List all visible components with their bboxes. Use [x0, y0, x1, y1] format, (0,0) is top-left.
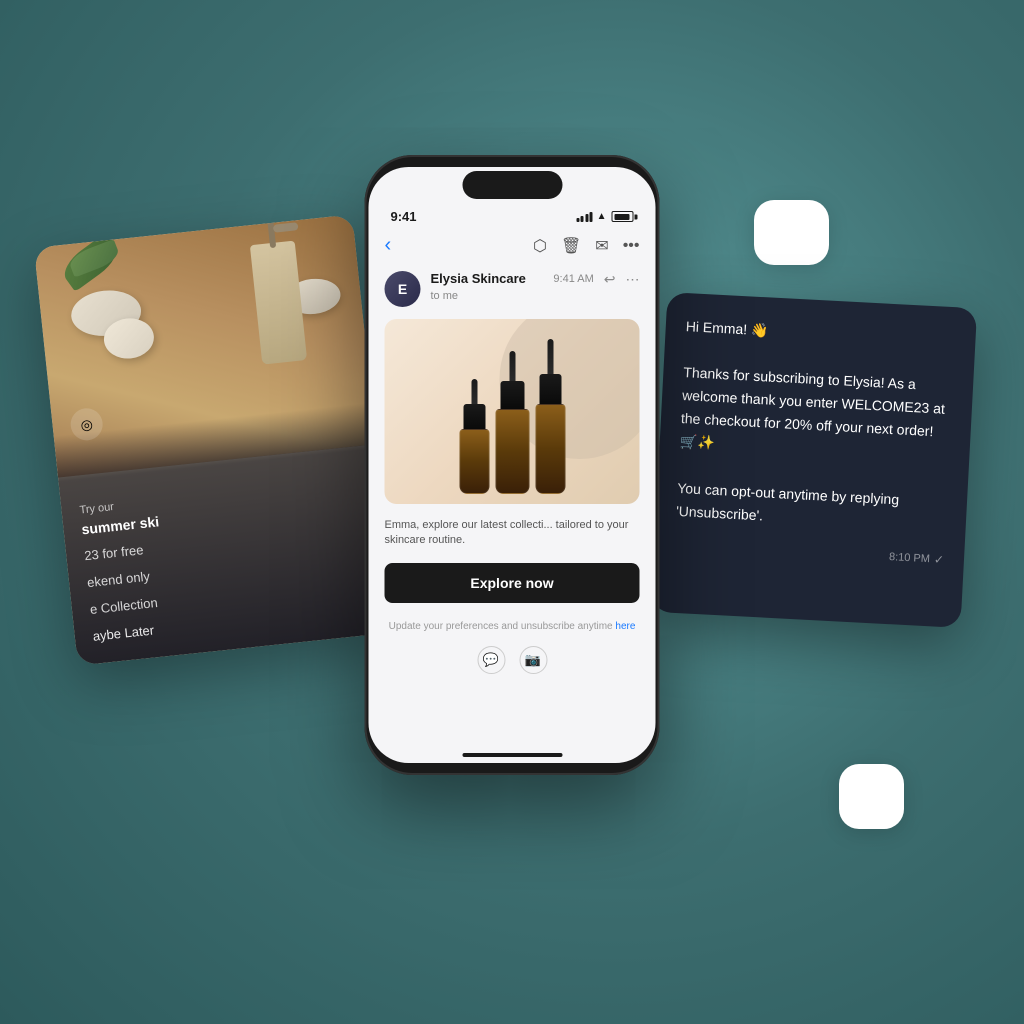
- signal-bar-2: [581, 216, 584, 222]
- mail-icon[interactable]: ✉: [595, 236, 608, 256]
- sender-name: Elysia Skincare: [431, 271, 526, 286]
- explore-now-button[interactable]: Explore now: [385, 563, 640, 603]
- wifi-icon: ▲: [597, 211, 607, 222]
- sms-greeting: Hi Emma! 👋: [685, 318, 769, 338]
- phone-notch: [462, 171, 562, 199]
- sms-body: Thanks for subscribing to Elysia! As a w…: [676, 364, 946, 523]
- serum-bottle-2: [495, 351, 529, 494]
- reply-icon[interactable]: ↩: [604, 271, 616, 288]
- dropper-stem-3: [547, 339, 553, 374]
- email-footer: Update your preferences and unsubscribe …: [369, 611, 656, 638]
- status-icons: ▲: [576, 211, 633, 222]
- sms-time: 8:10 PM: [889, 549, 931, 569]
- sms-footer: 8:10 PM ✓: [674, 537, 945, 570]
- signal-bars: [576, 212, 593, 222]
- leaf-decoration: [58, 232, 124, 292]
- bottle-cap-3: [539, 374, 561, 404]
- email-body: Emma, explore our latest collecti... tai…: [369, 508, 656, 555]
- email-nav: ‹ ⬡ 🗑 ✉ •••: [369, 228, 656, 263]
- home-indicator[interactable]: [462, 753, 562, 757]
- email-time: 9:41 AM: [553, 273, 593, 285]
- email-recipient: to me: [431, 290, 459, 302]
- bottle-body-3: [535, 404, 565, 494]
- email-more-icon[interactable]: ⋯: [626, 271, 640, 288]
- bottle-body-1: [459, 429, 489, 494]
- dropper-stem-2: [509, 351, 515, 381]
- status-time: 9:41: [391, 209, 417, 224]
- bottle-cap-2: [500, 381, 524, 409]
- sms-text: Hi Emma! 👋 Thanks for subscribing to Ely…: [676, 315, 957, 537]
- sms-checkmark: ✓: [933, 550, 944, 570]
- email-meta: Elysia Skincare 9:41 AM to me: [431, 271, 594, 304]
- phone-screen: 9:41 ▲ ‹ ⬡ 🗑 ✉: [369, 167, 656, 763]
- serum-bottles: [459, 339, 565, 504]
- sender-row: Elysia Skincare 9:41 AM: [431, 271, 594, 286]
- email-header-actions: ↩ ⋯: [604, 271, 640, 288]
- card-text-area: Try our summer ski 23 for free ekend onl…: [59, 454, 396, 666]
- instagram-social-icon[interactable]: 📷: [519, 646, 547, 674]
- instagram-icon-glyph: 📷: [525, 652, 541, 668]
- unsubscribe-link[interactable]: here: [615, 621, 635, 632]
- battery-icon: [612, 211, 634, 222]
- dropper-stem-1: [471, 379, 477, 404]
- social-icons-row: 💬 📷: [369, 638, 656, 682]
- phone-device: 9:41 ▲ ‹ ⬡ 🗑 ✉: [365, 155, 660, 775]
- spray-bottle: [250, 241, 307, 365]
- email-header: E Elysia Skincare 9:41 AM to me ↩ ⋯: [369, 263, 656, 315]
- scene: ◎ Try our summer ski 23 for free ekend o…: [0, 0, 1024, 1024]
- left-card: ◎ Try our summer ski 23 for free ekend o…: [34, 214, 396, 665]
- whatsapp-social-icon[interactable]: 💬: [477, 646, 505, 674]
- signal-bar-1: [576, 218, 579, 222]
- signal-bar-3: [585, 214, 588, 222]
- decorative-rect-top: [754, 200, 829, 265]
- nav-actions: ⬡ 🗑 ✉ •••: [533, 236, 640, 256]
- sender-avatar: E: [385, 271, 421, 307]
- avatar-initials: E: [398, 281, 407, 297]
- serum-bottle-3: [535, 339, 565, 494]
- whatsapp-icon-glyph: 💬: [483, 652, 499, 668]
- sms-card: Hi Emma! 👋 Thanks for subscribing to Ely…: [651, 292, 977, 628]
- product-image-area: [385, 319, 640, 504]
- bottle-body-2: [495, 409, 529, 494]
- trash-icon[interactable]: 🗑: [561, 236, 581, 256]
- serum-bottle-1: [459, 379, 489, 494]
- bottle-cap-1: [463, 404, 485, 429]
- decorative-rect-bottom: [839, 764, 904, 829]
- more-icon[interactable]: •••: [623, 237, 640, 255]
- archive-icon[interactable]: ⬡: [533, 236, 547, 256]
- footer-text: Update your preferences and unsubscribe …: [389, 621, 616, 632]
- signal-bar-4: [590, 212, 593, 222]
- status-bar: 9:41 ▲: [369, 195, 656, 228]
- back-button[interactable]: ‹: [385, 234, 392, 257]
